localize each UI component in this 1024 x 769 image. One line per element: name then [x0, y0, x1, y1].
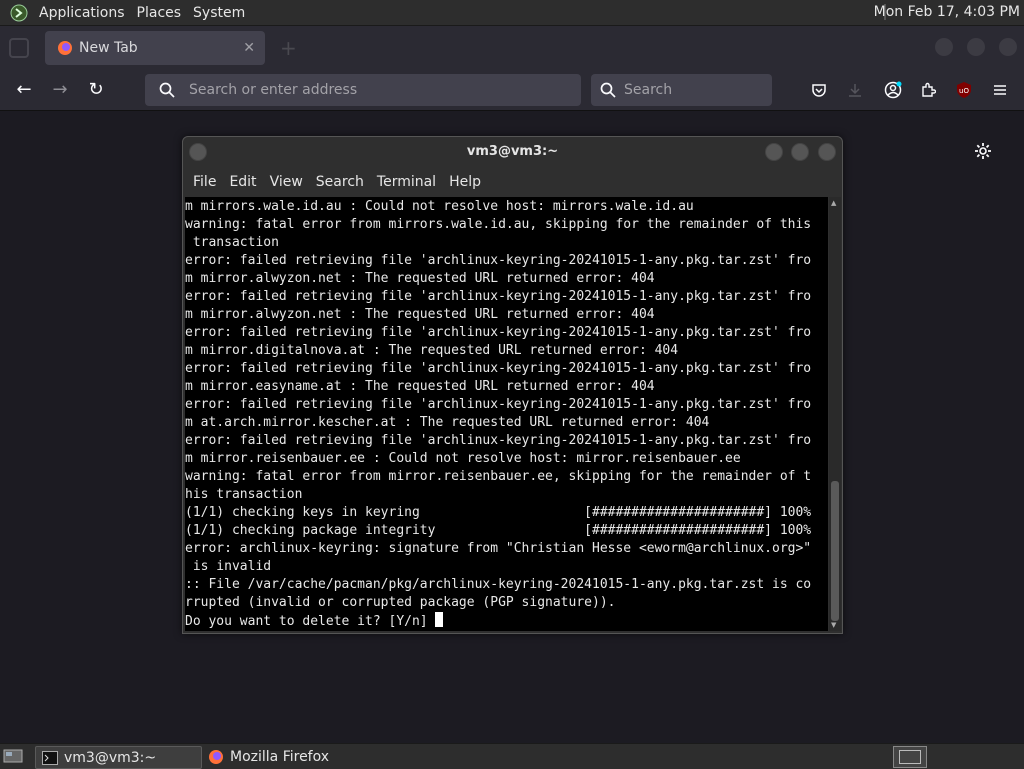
menu-search[interactable]: Search [316, 174, 364, 190]
terminal-line: m mirror.reisenbauer.ee : Could not reso… [185, 451, 741, 466]
menu-applications[interactable]: Applications [39, 5, 125, 21]
tab-title: New Tab [79, 40, 138, 56]
terminal-output: m mirrors.wale.id.au : Could not resolve… [185, 197, 828, 631]
terminal-line: (1/1) checking keys in keyring [########… [185, 505, 812, 520]
firefox-app-icon [209, 749, 223, 764]
terminal-screen[interactable]: m mirrors.wale.id.au : Could not resolve… [185, 197, 828, 631]
tab-new-tab[interactable]: New Tab ✕ [45, 31, 265, 65]
minimize-button[interactable] [765, 143, 783, 161]
menu-system[interactable]: System [193, 5, 245, 21]
terminal-line: error: failed retrieving file 'archlinux… [185, 361, 812, 376]
terminal-line: error: failed retrieving file 'archlinux… [185, 253, 812, 268]
scroll-down-icon[interactable]: ▼ [831, 621, 836, 629]
terminal-line: warning: fatal error from mirror.reisenb… [185, 469, 812, 484]
url-bar[interactable]: Search or enter address [145, 74, 581, 106]
terminal-line: error: failed retrieving file 'archlinux… [185, 433, 812, 448]
browser-nav-bar: ← → ↻ Search or enter address Search uO [0, 70, 1024, 111]
taskbar-item-firefox[interactable]: Mozilla Firefox [202, 746, 382, 767]
workspace-1[interactable] [899, 750, 921, 764]
menu-hamburger-icon[interactable] [992, 82, 1008, 98]
close-button[interactable] [818, 143, 836, 161]
account-icon[interactable] [884, 81, 902, 99]
menu-file[interactable]: File [193, 174, 216, 190]
search-icon [600, 82, 616, 98]
terminal-menubar: File Edit View Search Terminal Help [183, 169, 842, 195]
terminal-title: vm3@vm3:~ [466, 144, 559, 159]
menu-help[interactable]: Help [449, 174, 481, 190]
reload-icon[interactable]: ↻ [86, 80, 106, 100]
terminal-line: m mirror.digitalnova.at : The requested … [185, 343, 679, 358]
search-icon [159, 82, 175, 98]
ublock-icon[interactable]: uO [955, 81, 973, 99]
sidebar-toggle-icon[interactable] [9, 38, 29, 58]
forward-arrow-icon[interactable]: → [50, 80, 70, 100]
terminal-logo-icon[interactable] [10, 4, 28, 22]
bottom-taskbar: vm3@vm3:~ Mozilla Firefox [0, 743, 1024, 769]
terminal-app-icon [42, 750, 58, 765]
task-label: vm3@vm3:~ [64, 749, 157, 766]
terminal-line: error: archlinux-keyring: signature from… [185, 541, 812, 556]
download-icon[interactable] [847, 82, 863, 98]
terminal-scrollbar[interactable]: ▲ ▼ [829, 197, 841, 631]
extensions-icon[interactable] [920, 82, 936, 98]
search-bar[interactable]: Search [591, 74, 772, 106]
task-label: Mozilla Firefox [230, 748, 330, 765]
new-tab-plus-icon[interactable]: + [280, 36, 297, 60]
maximize-button[interactable] [791, 143, 809, 161]
show-desktop-icon[interactable] [3, 748, 23, 764]
terminal-line: m mirrors.wale.id.au : Could not resolve… [185, 199, 694, 214]
terminal-line: his transaction [185, 487, 303, 502]
workspace-switcher[interactable] [893, 746, 927, 768]
taskbar-item-terminal[interactable]: vm3@vm3:~ [35, 746, 202, 769]
terminal-line: transaction [192, 235, 279, 250]
terminal-window[interactable]: vm3@vm3:~ File Edit View Search Terminal… [182, 136, 843, 634]
terminal-line: error: failed retrieving file 'archlinux… [185, 325, 812, 340]
pocket-icon[interactable] [811, 82, 827, 98]
back-arrow-icon[interactable]: ← [14, 80, 34, 100]
terminal-prompt: Do you want to delete it? [Y/n] [185, 614, 436, 629]
menu-edit[interactable]: Edit [229, 174, 256, 190]
scrollbar-thumb[interactable] [831, 481, 839, 621]
maximize-window-button[interactable] [967, 38, 985, 56]
terminal-line: m at.arch.mirror.kescher.at : The reques… [185, 415, 710, 430]
top-panel: Applications Places System Mon Feb 17, 4… [0, 0, 1024, 26]
terminal-line: m mirror.alwyzon.net : The requested URL… [185, 307, 655, 322]
browser-tab-bar: New Tab ✕ + [0, 26, 1024, 70]
terminal-line: :: File /var/cache/pacman/pkg/archlinux-… [185, 577, 812, 592]
close-window-button[interactable] [999, 38, 1017, 56]
terminal-line: is invalid [192, 559, 272, 574]
menu-view[interactable]: View [270, 174, 303, 190]
minimize-window-button[interactable] [935, 38, 953, 56]
menu-places[interactable]: Places [137, 5, 182, 21]
clock[interactable]: Mon Feb 17, 4:03 PM [874, 4, 1020, 20]
terminal-titlebar[interactable]: vm3@vm3:~ [183, 137, 842, 167]
terminal-line: m mirror.alwyzon.net : The requested URL… [185, 271, 655, 286]
search-placeholder: Search [624, 82, 673, 98]
svg-text:uO: uO [959, 87, 969, 95]
firefox-favicon-icon [58, 41, 72, 55]
terminal-line: rrupted (invalid or corrupted package (P… [185, 595, 616, 610]
settings-gear-icon[interactable] [974, 142, 992, 160]
terminal-line: warning: fatal error from mirrors.wale.i… [185, 217, 812, 232]
menu-terminal[interactable]: Terminal [377, 174, 436, 190]
url-placeholder: Search or enter address [189, 82, 358, 98]
terminal-line: (1/1) checking package integrity [######… [185, 523, 812, 538]
close-tab-icon[interactable]: ✕ [243, 40, 255, 56]
terminal-line: m mirror.easyname.at : The requested URL… [185, 379, 655, 394]
terminal-cursor [435, 612, 444, 627]
terminal-line: error: failed retrieving file 'archlinux… [185, 289, 812, 304]
terminal-line: error: failed retrieving file 'archlinux… [185, 397, 812, 412]
scroll-up-icon[interactable]: ▲ [831, 199, 836, 207]
